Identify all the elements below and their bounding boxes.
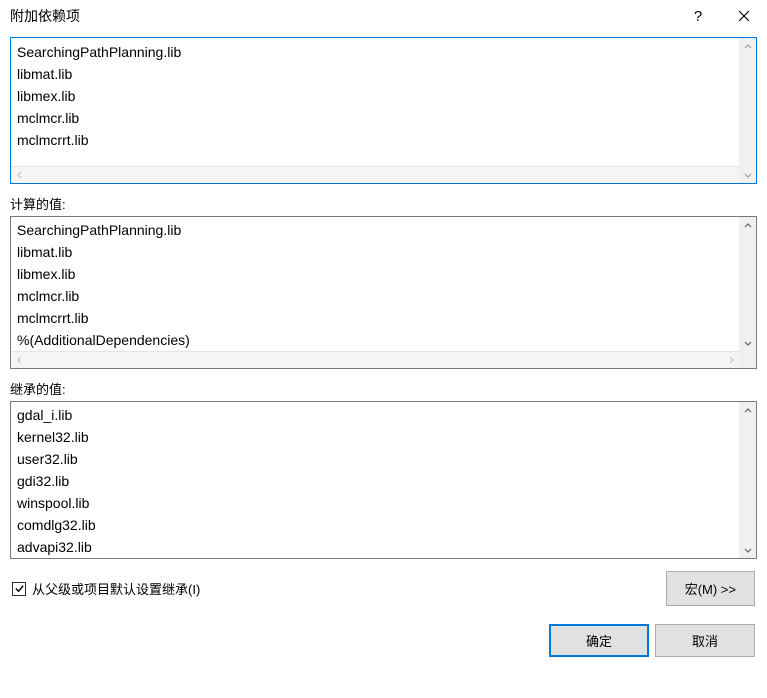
checkmark-icon — [14, 583, 25, 594]
inherited-values-text: gdal_i.libkernel32.libuser32.libgdi32.li… — [11, 402, 756, 558]
dependencies-text[interactable]: SearchingPathPlanning.liblibmat.liblibme… — [11, 38, 756, 166]
scroll-corner — [739, 351, 756, 368]
list-item: gdal_i.lib — [17, 404, 739, 426]
close-button[interactable] — [721, 0, 767, 32]
list-item: mclmcr.lib — [17, 107, 739, 129]
title-bar: 附加依赖项 ? — [0, 0, 767, 32]
list-item: advapi32.lib — [17, 536, 739, 558]
dialog-title: 附加依赖项 — [10, 6, 80, 26]
scroll-left-icon — [11, 167, 28, 184]
list-item: libmex.lib — [17, 263, 739, 285]
inherited-values-box: gdal_i.libkernel32.libuser32.libgdi32.li… — [10, 401, 757, 559]
scroll-down-icon[interactable] — [739, 541, 756, 558]
input-horizontal-scrollbar[interactable] — [11, 166, 756, 183]
inherited-label: 继承的值: — [10, 379, 757, 398]
scroll-up-icon[interactable] — [739, 217, 756, 234]
list-item: comdlg32.lib — [17, 514, 739, 536]
list-item: mclmcr.lib — [17, 285, 739, 307]
macro-button[interactable]: 宏(M) >> — [666, 571, 755, 606]
input-vertical-scrollbar[interactable] — [739, 38, 756, 183]
list-item: SearchingPathPlanning.lib — [17, 41, 739, 63]
list-item: gdi32.lib — [17, 470, 739, 492]
list-item: %(AdditionalDependencies) — [17, 329, 739, 351]
list-item: mclmcrrt.lib — [17, 307, 739, 329]
list-item: winspool.lib — [17, 492, 739, 514]
computed-label: 计算的值: — [10, 194, 757, 213]
inherit-checkbox-wrapper[interactable]: 从父级或项目默认设置继承(I) — [12, 579, 200, 598]
scroll-up-icon[interactable] — [739, 38, 756, 55]
list-item: libmat.lib — [17, 241, 739, 263]
computed-values-text: SearchingPathPlanning.liblibmat.liblibme… — [11, 217, 756, 351]
options-row: 从父级或项目默认设置继承(I) 宏(M) >> — [10, 571, 757, 606]
help-button[interactable]: ? — [675, 0, 721, 32]
list-item: libmat.lib — [17, 63, 739, 85]
list-item: SearchingPathPlanning.lib — [17, 219, 739, 241]
list-item: user32.lib — [17, 448, 739, 470]
cancel-button[interactable]: 取消 — [655, 624, 755, 657]
help-icon: ? — [694, 8, 702, 25]
inherit-checkbox[interactable] — [12, 582, 26, 596]
title-controls: ? — [675, 0, 767, 32]
list-item: libmex.lib — [17, 85, 739, 107]
scroll-down-icon[interactable] — [739, 166, 756, 183]
list-item: mclmcrrt.lib — [17, 129, 739, 151]
dependencies-input[interactable]: SearchingPathPlanning.liblibmat.liblibme… — [10, 37, 757, 184]
dialog-content: SearchingPathPlanning.liblibmat.liblibme… — [0, 32, 767, 657]
list-item: kernel32.lib — [17, 426, 739, 448]
scroll-left-icon — [11, 352, 28, 369]
computed-vertical-scrollbar[interactable] — [739, 217, 756, 351]
computed-values-box: SearchingPathPlanning.liblibmat.liblibme… — [10, 216, 757, 369]
close-icon — [738, 10, 750, 22]
dialog-button-row: 确定 取消 — [10, 624, 757, 657]
scroll-down-icon[interactable] — [739, 334, 756, 351]
scroll-up-icon[interactable] — [739, 402, 756, 419]
inherited-vertical-scrollbar[interactable] — [739, 402, 756, 558]
inherit-checkbox-label: 从父级或项目默认设置继承(I) — [32, 579, 200, 598]
ok-button[interactable]: 确定 — [549, 624, 649, 657]
computed-horizontal-scrollbar[interactable] — [11, 351, 739, 368]
scroll-right-icon — [722, 352, 739, 369]
